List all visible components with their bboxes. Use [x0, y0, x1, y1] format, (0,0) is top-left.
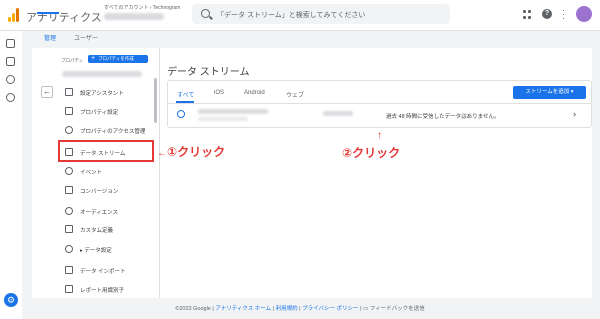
more-vert-icon[interactable]: · · ·	[562, 6, 565, 23]
tab-admin[interactable]: 管理	[44, 33, 56, 42]
menu-label: イベント	[80, 170, 103, 176]
menu-item-property-settings[interactable]: プロパティ設定	[61, 104, 156, 118]
help-icon[interactable]: ?	[542, 9, 552, 19]
stream-url	[198, 117, 248, 121]
add-stream-button[interactable]: ストリームを追加 ▾	[513, 86, 586, 99]
create-property-label: プロパティを作成	[98, 56, 134, 61]
panel-divider	[159, 48, 160, 298]
menu-label: ▸ データ設定	[80, 248, 112, 254]
back-arrow-icon[interactable]: ←	[41, 86, 53, 98]
chevron-right-icon[interactable]: ›	[573, 109, 576, 119]
menu-label: プロパティのアクセス管理	[80, 129, 146, 135]
flag-icon	[65, 186, 73, 194]
menu-item-events[interactable]: イベント	[61, 164, 156, 178]
stream-id	[323, 111, 353, 116]
tab-ios[interactable]: iOS	[214, 90, 224, 96]
property-settings-icon	[65, 107, 73, 115]
menu-item-conversions[interactable]: コンバージョン	[61, 183, 156, 197]
identity-icon	[65, 285, 73, 293]
search-input[interactable]: 「データ ストリーム」と検索してみてください	[192, 4, 450, 24]
tab-users[interactable]: ユーザー	[74, 33, 98, 42]
search-placeholder: 「データ ストリーム」と検索してみてください	[217, 12, 366, 19]
breadcrumb[interactable]: すべてのアカウント › Technogram	[104, 4, 180, 11]
tab-web[interactable]: ウェブ	[286, 90, 304, 99]
annotation-step1: ①クリック	[167, 145, 226, 159]
feedback-icon: ▭	[363, 306, 369, 312]
menu-label: レポート用識別子	[80, 288, 125, 294]
footer-feedback-link[interactable]: フィードバックを送信	[370, 306, 425, 312]
footer: ©2023 Google | アナリティクス ホーム | 利用規約 | プライバ…	[175, 306, 425, 312]
left-nav	[0, 31, 22, 319]
create-property-button[interactable]: + プロパティを作成	[88, 55, 148, 63]
tab-underline	[37, 12, 59, 14]
top-bar: アナリティクス すべてのアカウント › Technogram 「データ ストリー…	[0, 0, 600, 31]
menu-item-custom-definitions[interactable]: カスタム定義	[61, 222, 156, 236]
annotation-arrow-left-icon: ←	[157, 148, 167, 159]
tab-android[interactable]: Android	[244, 90, 265, 96]
menu-item-data-import[interactable]: データ インポート	[61, 263, 156, 277]
property-label: プロパティ	[61, 58, 84, 63]
analytics-logo-icon[interactable]	[8, 8, 20, 22]
footer-copyright: ©2023 Google	[175, 306, 211, 312]
stream-name	[198, 109, 268, 114]
menu-item-setup-assistant[interactable]: 設定アシスタント	[61, 85, 156, 99]
audience-icon	[65, 207, 73, 215]
highlight-data-stream	[58, 140, 154, 162]
database-icon	[65, 245, 73, 253]
row-divider	[168, 103, 591, 104]
footer-home-link[interactable]: アナリティクス ホーム	[215, 306, 271, 312]
explore-icon[interactable]	[6, 75, 15, 84]
web-stream-icon	[177, 110, 185, 118]
page-title: データ ストリーム	[167, 67, 250, 78]
search-icon	[201, 9, 210, 18]
account-selector[interactable]	[104, 13, 164, 20]
footer-terms-link[interactable]: 利用規約	[276, 306, 298, 312]
upload-icon	[65, 266, 73, 274]
avatar[interactable]	[576, 6, 592, 22]
apps-grid-icon[interactable]	[523, 10, 532, 19]
menu-label: 設定アシスタント	[80, 91, 124, 97]
custom-definition-icon	[65, 225, 73, 233]
menu-item-audiences[interactable]: オーディエンス	[61, 204, 156, 218]
streams-card: すべて iOS Android ウェブ ストリームを追加 ▾ 過去 48 時間に…	[167, 80, 592, 128]
menu-item-access-management[interactable]: プロパティのアクセス管理	[61, 123, 156, 137]
footer-privacy-link[interactable]: プライバシー ポリシー	[302, 306, 358, 312]
menu-label: カスタム定義	[80, 228, 114, 234]
home-icon[interactable]	[6, 39, 15, 48]
tab-all[interactable]: すべて	[177, 90, 194, 99]
people-icon	[65, 126, 73, 134]
admin-tabs: 管理 ユーザー	[22, 31, 600, 45]
reports-icon[interactable]	[6, 57, 15, 66]
menu-label: オーディエンス	[80, 210, 119, 216]
touch-icon	[65, 167, 73, 175]
add-stream-label: ストリームを追加	[525, 89, 570, 95]
menu-item-reporting-identity[interactable]: レポート用識別子	[61, 282, 156, 296]
menu-label: データ インポート	[80, 269, 126, 275]
menu-scrollbar[interactable]	[154, 78, 157, 123]
checklist-icon	[65, 88, 73, 96]
menu-label: プロパティ設定	[80, 110, 119, 116]
stream-status: 過去 48 時間に受信したデータはありません。	[386, 114, 500, 120]
annotation-step2: ②クリック	[342, 146, 401, 160]
annotation-arrow-up-icon: ↑	[377, 130, 382, 141]
advertising-icon[interactable]	[6, 93, 15, 102]
menu-label: コンバージョン	[80, 189, 119, 195]
menu-item-data-settings[interactable]: ▸ データ設定	[61, 242, 156, 256]
property-selector[interactable]	[62, 71, 142, 77]
